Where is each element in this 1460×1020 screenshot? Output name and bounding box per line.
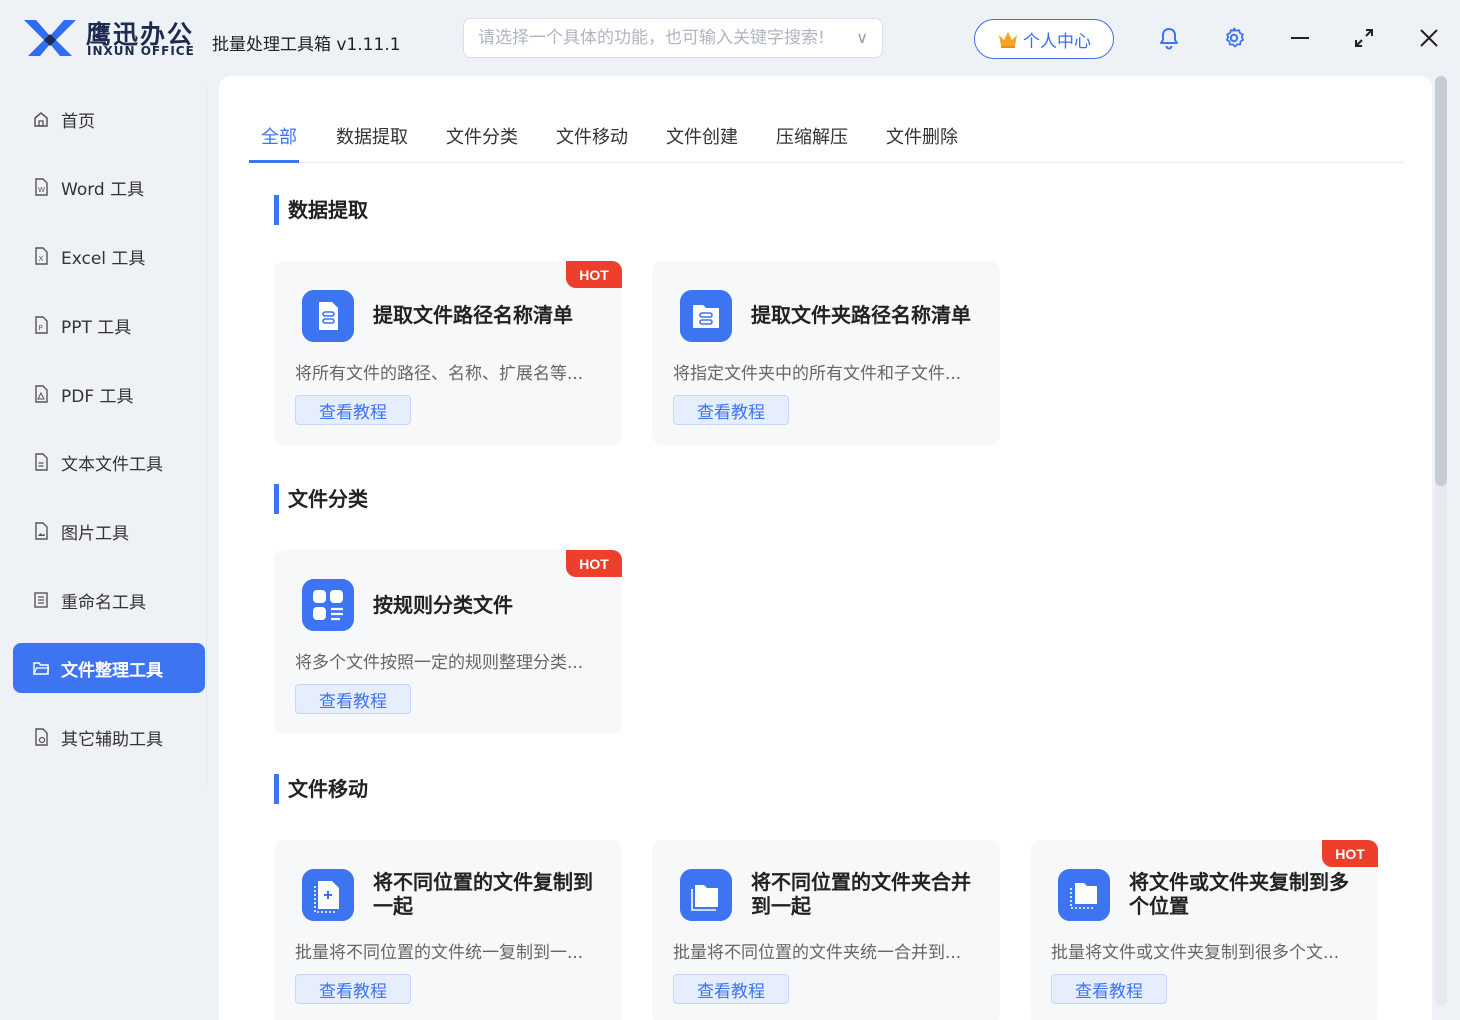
pdf-file-icon	[35, 385, 48, 403]
bell-icon[interactable]	[1157, 26, 1181, 50]
sidebar-item-label: PDF 工具	[61, 386, 134, 407]
tab-file-create[interactable]: 文件创建	[666, 123, 738, 149]
view-tutorial-button[interactable]: 查看教程	[295, 684, 411, 714]
misc-tools-icon	[35, 728, 48, 746]
tool-card-desc: 将指定文件夹中的所有文件和子文件...	[673, 364, 962, 384]
sidebar-item-misc[interactable]: 其它辅助工具	[13, 712, 205, 762]
view-tutorial-button[interactable]: 查看教程	[295, 395, 411, 425]
svg-text:W: W	[38, 186, 45, 194]
view-tutorial-button[interactable]: 查看教程	[673, 974, 789, 1004]
sidebar-item-label: 首页	[61, 111, 95, 132]
hot-badge: HOT	[1322, 840, 1378, 867]
sidebar-item-label: 图片工具	[61, 523, 129, 544]
tool-card[interactable]: HOT 提取文件路径名称清单 将所有文件的路径、名称、扩展名等... 查看教程	[274, 261, 622, 445]
tool-card[interactable]: 将不同位置的文件复制到一起 批量将不同位置的文件统一复制到一... 查看教程	[274, 840, 622, 1020]
ppt-file-icon: P	[35, 316, 48, 334]
sidebar-item-label: 重命名工具	[61, 592, 146, 613]
svg-text:X: X	[39, 255, 44, 263]
sidebar-item-text[interactable]: 文本文件工具	[13, 437, 205, 487]
scrollbar[interactable]	[1433, 76, 1449, 1010]
category-tabs: 全部 数据提取 文件分类 文件移动 文件创建 压缩解压 文件删除	[249, 76, 1404, 163]
tool-card-desc: 将多个文件按照一定的规则整理分类...	[295, 653, 584, 673]
app-title: 批量处理工具箱 v1.11.1	[212, 35, 401, 55]
title-bar: 鹰迅办公 INXUN OFFICE 批量处理工具箱 v1.11.1 ∨ 个人中心	[0, 0, 1460, 76]
sidebar-item-label: 文本文件工具	[61, 454, 163, 475]
sidebar-item-pdf[interactable]: PDF 工具	[13, 369, 205, 419]
tab-file-delete[interactable]: 文件删除	[886, 123, 958, 149]
section-title: 数据提取	[274, 195, 368, 225]
tool-card-desc: 批量将不同位置的文件夹统一合并到...	[673, 943, 962, 963]
tool-card-desc: 批量将不同位置的文件统一复制到一...	[295, 943, 584, 963]
sidebar-item-label: 其它辅助工具	[61, 729, 163, 750]
image-file-icon	[35, 522, 48, 540]
tool-card-title: 提取文件夹路径名称清单	[751, 303, 971, 327]
main-panel: 全部 数据提取 文件分类 文件移动 文件创建 压缩解压 文件删除 数据提取 HO…	[219, 76, 1432, 1020]
section-title: 文件分类	[274, 484, 368, 514]
folder-open-icon	[33, 662, 49, 675]
view-tutorial-button[interactable]: 查看教程	[295, 974, 411, 1004]
tab-all[interactable]: 全部	[261, 123, 297, 149]
file-copy-icon	[302, 869, 354, 921]
close-icon[interactable]	[1417, 26, 1441, 50]
chevron-down-icon[interactable]: ∨	[856, 28, 868, 47]
sidebar-item-excel[interactable]: X Excel 工具	[13, 231, 205, 281]
tool-card[interactable]: HOT 按规则分类文件 将多个文件按照一定的规则整理分类... 查看教程	[274, 550, 622, 734]
search-input[interactable]	[478, 19, 848, 57]
sidebar-item-label: 文件整理工具	[61, 660, 163, 681]
hot-badge: HOT	[566, 550, 622, 577]
active-tab-indicator	[249, 160, 299, 163]
folder-merge-icon	[680, 869, 732, 921]
sidebar-item-ppt[interactable]: P PPT 工具	[13, 300, 205, 350]
file-list-icon	[302, 290, 354, 342]
tool-card[interactable]: HOT 将文件或文件夹复制到多个位置 批量将文件或文件夹复制到很多个文... 查…	[1030, 840, 1378, 1020]
maximize-icon[interactable]	[1352, 26, 1376, 50]
sidebar-item-image[interactable]: 图片工具	[13, 506, 205, 556]
crown-icon	[999, 32, 1017, 48]
scrollbar-thumb[interactable]	[1435, 76, 1447, 486]
sidebar-item-label: Excel 工具	[61, 248, 146, 269]
folder-list-icon	[680, 290, 732, 342]
tool-card[interactable]: 将不同位置的文件夹合并到一起 批量将不同位置的文件夹统一合并到... 查看教程	[652, 840, 1000, 1020]
tool-card-title: 将不同位置的文件复制到一起	[373, 870, 593, 918]
view-tutorial-button[interactable]: 查看教程	[1051, 974, 1167, 1004]
sidebar-divider	[206, 86, 207, 786]
sidebar-item-label: PPT 工具	[61, 317, 132, 338]
user-center-label: 个人中心	[1023, 31, 1091, 52]
section-title: 文件移动	[274, 774, 368, 804]
word-file-icon: W	[35, 178, 48, 196]
text-file-icon	[35, 453, 48, 471]
sidebar: 首页 W Word 工具 X Excel 工具 P PPT 工具 PDF 工具 …	[0, 76, 218, 1020]
gear-icon[interactable]	[1222, 26, 1246, 50]
tool-card[interactable]: 提取文件夹路径名称清单 将指定文件夹中的所有文件和子文件... 查看教程	[652, 261, 1000, 445]
classify-grid-icon	[302, 579, 354, 631]
tool-card-title: 按规则分类文件	[373, 593, 513, 617]
tab-data-extract[interactable]: 数据提取	[336, 123, 408, 149]
tool-card-title: 将文件或文件夹复制到多个位置	[1129, 870, 1349, 918]
tool-card-title: 提取文件路径名称清单	[373, 303, 573, 327]
sidebar-item-label: Word 工具	[61, 179, 145, 200]
tool-card-desc: 将所有文件的路径、名称、扩展名等...	[295, 364, 584, 384]
sidebar-item-rename[interactable]: 重命名工具	[13, 575, 205, 625]
tool-card-desc: 批量将文件或文件夹复制到很多个文...	[1051, 943, 1340, 963]
app-logo-icon	[24, 20, 76, 56]
search-box[interactable]: ∨	[463, 18, 883, 58]
sidebar-item-file-organize[interactable]: 文件整理工具	[13, 643, 205, 693]
rename-icon	[34, 592, 48, 608]
excel-file-icon: X	[35, 247, 48, 265]
tab-compress[interactable]: 压缩解压	[776, 123, 848, 149]
tool-card-title: 将不同位置的文件夹合并到一起	[751, 870, 971, 918]
tab-file-move[interactable]: 文件移动	[556, 123, 628, 149]
user-center-button[interactable]: 个人中心	[974, 19, 1114, 59]
hot-badge: HOT	[566, 261, 622, 288]
svg-text:P: P	[39, 324, 43, 332]
sidebar-item-word[interactable]: W Word 工具	[13, 162, 205, 212]
brand-name-en: INXUN OFFICE	[87, 44, 195, 58]
view-tutorial-button[interactable]: 查看教程	[673, 395, 789, 425]
home-icon	[34, 112, 48, 127]
tab-file-classify[interactable]: 文件分类	[446, 123, 518, 149]
folder-copy-icon	[1058, 869, 1110, 921]
sidebar-item-home[interactable]: 首页	[13, 94, 205, 144]
minimize-icon[interactable]	[1288, 26, 1312, 50]
